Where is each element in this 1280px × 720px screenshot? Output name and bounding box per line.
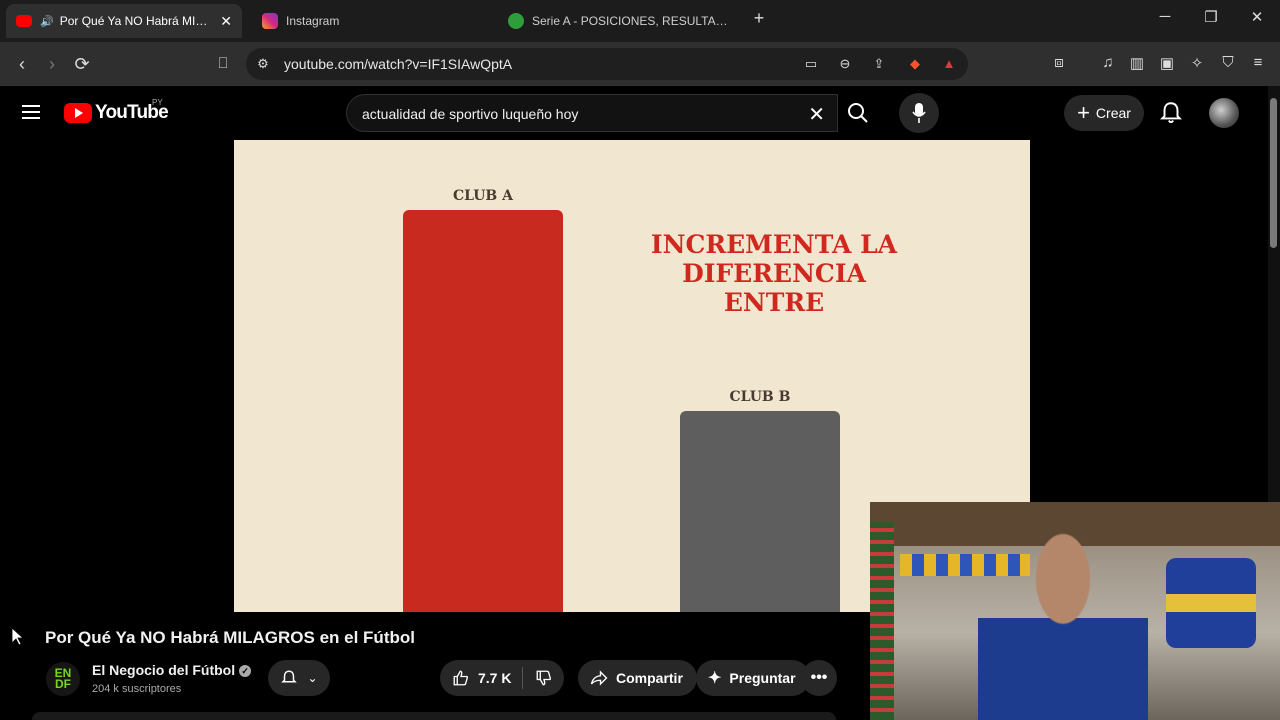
youtube-header: YouTube PY actualidad de sportivo luqueñ… xyxy=(0,86,1268,140)
address-bar-row: ‹ › ⟳ ⎕ ⚙ youtube.com/watch?v=IF1SIAwQpt… xyxy=(0,42,1280,86)
more-icon: ••• xyxy=(810,669,828,686)
cast-icon[interactable]: ▭ xyxy=(802,56,820,72)
channel-avatar[interactable]: EN DF xyxy=(46,662,80,696)
tab-serie-a[interactable]: Serie A - POSICIONES, RESULTADOS D xyxy=(498,4,738,38)
search-button[interactable] xyxy=(838,94,878,132)
streamer xyxy=(978,524,1148,720)
bar-club-a xyxy=(403,210,563,612)
share-button[interactable]: Compartir xyxy=(578,660,697,696)
region-code: PY xyxy=(152,98,163,107)
christmas-tree xyxy=(870,522,894,720)
ask-button[interactable]: ✦ Preguntar xyxy=(696,660,810,696)
share-label: Compartir xyxy=(616,670,683,686)
chevron-down-icon: ⌄ xyxy=(307,671,318,685)
close-tab-icon[interactable]: ✕ xyxy=(212,13,232,30)
browser-tab-bar: 🔊 Por Qué Ya NO Habrá MILAGR ✕ Instagram… xyxy=(0,0,1280,42)
tab-youtube[interactable]: 🔊 Por Qué Ya NO Habrá MILAGR ✕ xyxy=(6,4,242,38)
search-query: actualidad de sportivo luqueño hoy xyxy=(362,106,579,122)
tab-title: Instagram xyxy=(286,14,340,28)
hanging-jersey xyxy=(1166,558,1256,648)
notifications-bell-icon[interactable] xyxy=(1158,100,1184,126)
description-box-edge[interactable] xyxy=(32,712,836,720)
share-arrow-icon xyxy=(590,670,608,686)
microphone-icon xyxy=(912,103,926,123)
menu-icon[interactable]: ≡ xyxy=(1247,54,1269,71)
account-avatar[interactable] xyxy=(1209,98,1239,128)
media-icon[interactable]: ♫ xyxy=(1097,54,1119,71)
more-actions-button[interactable]: ••• xyxy=(801,660,837,696)
create-label: Crear xyxy=(1095,105,1131,121)
close-window-button[interactable]: ✕ xyxy=(1242,8,1272,26)
brave-shields-icon[interactable]: ◆ xyxy=(906,56,924,72)
like-count: 7.7 K xyxy=(478,670,512,686)
youtube-play-icon xyxy=(64,103,92,123)
forward-button[interactable]: › xyxy=(40,52,64,76)
back-button[interactable]: ‹ xyxy=(10,52,34,76)
verified-icon: ✓ xyxy=(239,665,252,677)
bell-icon xyxy=(281,670,298,683)
ask-label: Preguntar xyxy=(729,670,796,686)
new-tab-button[interactable]: + xyxy=(744,8,774,29)
like-dislike-group: 7.7 K xyxy=(440,660,564,696)
sidebar-icon[interactable]: ▥ xyxy=(1126,54,1148,72)
search-input[interactable]: actualidad de sportivo luqueño hoy ✕ xyxy=(346,94,838,132)
url-text: youtube.com/watch?v=IF1SIAwQptA xyxy=(284,56,513,72)
speaker-icon[interactable]: 🔊 xyxy=(40,15,54,28)
subscription-bell-button[interactable]: ⌄ xyxy=(268,660,330,696)
bar-label-club-a: CLUB A xyxy=(453,188,513,204)
minimize-button[interactable]: ─ xyxy=(1150,8,1180,25)
url-field[interactable]: ⚙ youtube.com/watch?v=IF1SIAwQptA ▭ ⊖ ⇪ … xyxy=(246,48,968,80)
voice-search-button[interactable] xyxy=(899,93,939,133)
video-title: Por Qué Ya NO Habrá MILAGROS en el Fútbo… xyxy=(45,628,415,647)
scrollbar-thumb[interactable] xyxy=(1270,98,1277,248)
tab-title: Por Qué Ya NO Habrá MILAGR xyxy=(59,14,213,28)
channel-name[interactable]: El Negocio del Fútbol ✓ xyxy=(92,662,252,678)
leo-ai-icon[interactable]: ✧ xyxy=(1186,54,1208,72)
reload-button[interactable]: ⟳ xyxy=(70,52,94,76)
soccer-ball-icon xyxy=(508,13,524,29)
channel-name-text: El Negocio del Fútbol xyxy=(92,662,236,678)
instagram-icon xyxy=(262,13,278,29)
youtube-icon xyxy=(16,15,32,27)
thumbs-up-icon xyxy=(453,670,469,686)
brave-rewards-icon[interactable]: ▲ xyxy=(940,56,958,71)
vpn-icon[interactable]: ⛉ xyxy=(1217,54,1239,71)
youtube-logo[interactable]: YouTube PY xyxy=(64,98,169,124)
bookmark-icon[interactable]: ⎕ xyxy=(211,52,235,76)
bar-label-club-b: CLUB B xyxy=(729,389,791,405)
bar-club-b xyxy=(680,411,840,612)
like-button[interactable]: 7.7 K xyxy=(440,660,522,696)
video-headline: INCREMENTA LA DIFERENCIA ENTRE xyxy=(650,230,898,317)
clear-search-icon[interactable]: ✕ xyxy=(808,102,825,127)
site-settings-icon[interactable]: ⚙ xyxy=(254,56,272,72)
plus-icon: + xyxy=(1077,100,1090,125)
hamburger-menu-icon[interactable] xyxy=(22,104,42,120)
screenshot-icon[interactable]: ⧈ xyxy=(1048,54,1070,71)
tab-title: Serie A - POSICIONES, RESULTADOS D xyxy=(532,14,728,28)
share-icon[interactable]: ⇪ xyxy=(870,56,888,72)
tab-instagram[interactable]: Instagram xyxy=(252,4,492,38)
wallet-icon[interactable]: ▣ xyxy=(1156,54,1178,72)
search-icon xyxy=(848,103,868,123)
dislike-button[interactable] xyxy=(523,660,564,696)
thumbs-down-icon xyxy=(536,670,551,686)
subscriber-count: 204 k suscriptores xyxy=(92,683,182,695)
webcam-overlay xyxy=(870,502,1280,720)
create-button[interactable]: + Crear xyxy=(1064,95,1144,131)
mouse-cursor-icon xyxy=(12,628,24,646)
zoom-icon[interactable]: ⊖ xyxy=(836,56,854,72)
restore-button[interactable]: ❐ xyxy=(1196,8,1226,26)
sparkle-icon: ✦ xyxy=(708,670,722,687)
